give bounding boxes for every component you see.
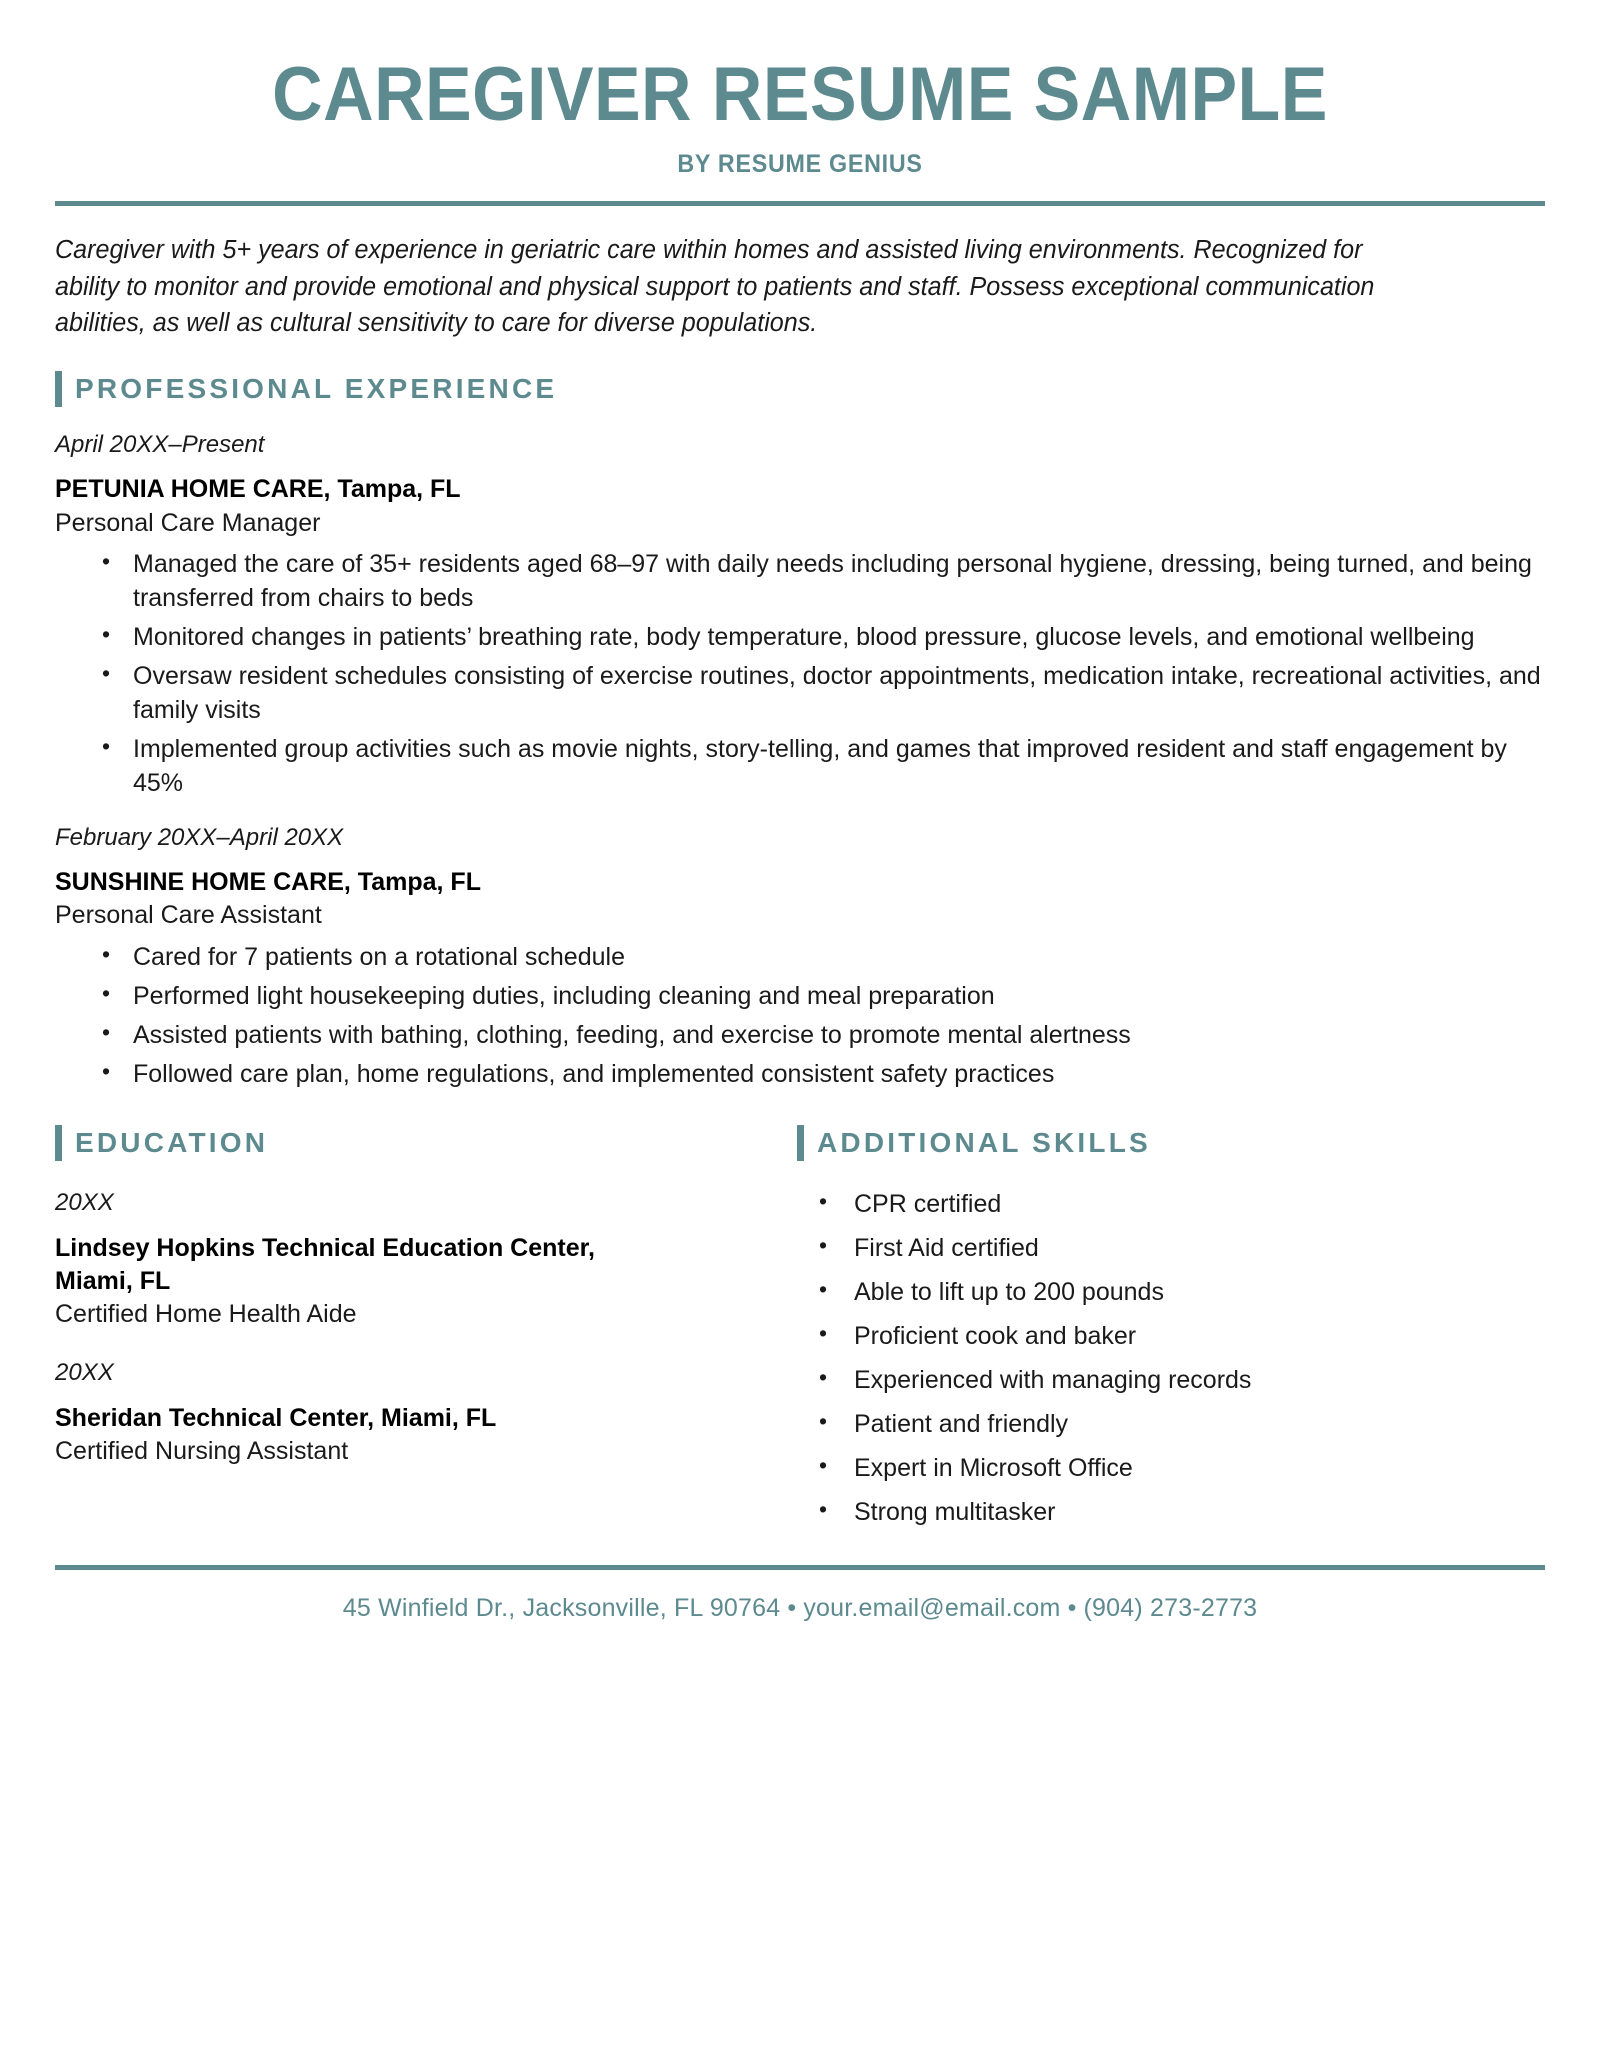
job-bullet: Followed care plan, home regulations, an…	[55, 1056, 1545, 1091]
job-bullet-list: Cared for 7 patients on a rotational sch…	[55, 939, 1545, 1091]
resume-page: CAREGIVER RESUME SAMPLE BY RESUME GENIUS…	[0, 0, 1600, 2071]
job-dates: February 20XX–April 20XX	[55, 824, 344, 852]
section-accent-bar	[797, 1124, 804, 1161]
job-role: Personal Care Manager	[55, 508, 321, 537]
section-title-skills: ADDITIONAL SKILLS	[817, 1126, 1151, 1158]
job-role: Personal Care Assistant	[55, 901, 322, 930]
footer-divider	[55, 1564, 1545, 1570]
header-divider	[55, 201, 1545, 207]
education-entry: 20XX Lindsey Hopkins Technical Education…	[55, 1187, 755, 1331]
byline: BY RESUME GENIUS	[677, 150, 923, 179]
section-header-skills: ADDITIONAL SKILLS	[797, 1124, 1545, 1161]
contact-separator: •	[787, 1593, 797, 1622]
job-bullet-list: Managed the care of 35+ residents aged 6…	[55, 546, 1545, 800]
job-bullet: Cared for 7 patients on a rotational sch…	[55, 939, 1545, 974]
list-item: Experienced with managing records	[797, 1362, 1545, 1397]
job-bullet: Managed the care of 35+ residents aged 6…	[55, 546, 1545, 615]
job-bullet: Assisted patients with bathing, clothing…	[55, 1017, 1545, 1052]
section-accent-bar	[55, 1124, 62, 1161]
education-school: Sheridan Technical Center, Miami, FL	[55, 1403, 497, 1432]
summary-paragraph: Caregiver with 5+ years of experience in…	[55, 236, 1375, 337]
section-header-experience: PROFESSIONAL EXPERIENCE	[55, 371, 1545, 408]
contact-email[interactable]: your.email@email.com	[803, 1594, 1060, 1622]
list-item: CPR certified	[797, 1186, 1545, 1221]
lower-columns: EDUCATION 20XX Lindsey Hopkins Technical…	[55, 1124, 1545, 1539]
education-degree: Certified Nursing Assistant	[55, 1437, 349, 1466]
resume-header: CAREGIVER RESUME SAMPLE BY RESUME GENIUS	[55, 0, 1545, 179]
section-title-education: EDUCATION	[75, 1126, 269, 1158]
list-item: Expert in Microsoft Office	[797, 1450, 1545, 1485]
list-item: Able to lift up to 200 pounds	[797, 1274, 1545, 1309]
job-dates: April 20XX–Present	[55, 431, 265, 459]
list-item: Proficient cook and baker	[797, 1318, 1545, 1353]
list-item: Patient and friendly	[797, 1406, 1545, 1441]
education-entry: 20XX Sheridan Technical Center, Miami, F…	[55, 1357, 755, 1468]
job-company: PETUNIA HOME CARE, Tampa, FL	[55, 475, 461, 504]
job-company: SUNSHINE HOME CARE, Tampa, FL	[55, 868, 481, 897]
contact-phone[interactable]: (904) 273-2773	[1084, 1594, 1258, 1622]
education-column: EDUCATION 20XX Lindsey Hopkins Technical…	[55, 1124, 755, 1539]
list-item: Strong multitasker	[797, 1494, 1545, 1529]
contact-address: 45 Winfield Dr., Jacksonville, FL 90764	[342, 1593, 781, 1622]
experience-entry: April 20XX–Present PETUNIA HOME CARE, Ta…	[55, 429, 1545, 800]
job-bullet: Monitored changes in patients’ breathing…	[55, 619, 1545, 654]
list-item: First Aid certified	[797, 1230, 1545, 1265]
section-accent-bar	[55, 371, 62, 408]
education-year: 20XX	[55, 1358, 114, 1386]
job-bullet: Oversaw resident schedules consisting of…	[55, 658, 1545, 727]
skills-list: CPR certified First Aid certified Able t…	[797, 1186, 1545, 1529]
education-year: 20XX	[55, 1188, 114, 1216]
resume-footer: 45 Winfield Dr., Jacksonville, FL 90764 •…	[55, 1594, 1545, 1653]
education-school: Lindsey Hopkins Technical Education Cent…	[55, 1234, 595, 1295]
education-degree: Certified Home Health Aide	[55, 1300, 357, 1329]
page-title: CAREGIVER RESUME SAMPLE	[272, 52, 1328, 137]
skills-column: ADDITIONAL SKILLS CPR certified First Ai…	[755, 1124, 1545, 1539]
section-header-education: EDUCATION	[55, 1124, 755, 1161]
experience-entry: February 20XX–April 20XX SUNSHINE HOME C…	[55, 822, 1545, 1091]
job-bullet: Performed light housekeeping duties, inc…	[55, 978, 1545, 1013]
job-bullet: Implemented group activities such as mov…	[55, 731, 1545, 800]
section-title-experience: PROFESSIONAL EXPERIENCE	[75, 373, 558, 405]
contact-separator: •	[1067, 1593, 1077, 1622]
